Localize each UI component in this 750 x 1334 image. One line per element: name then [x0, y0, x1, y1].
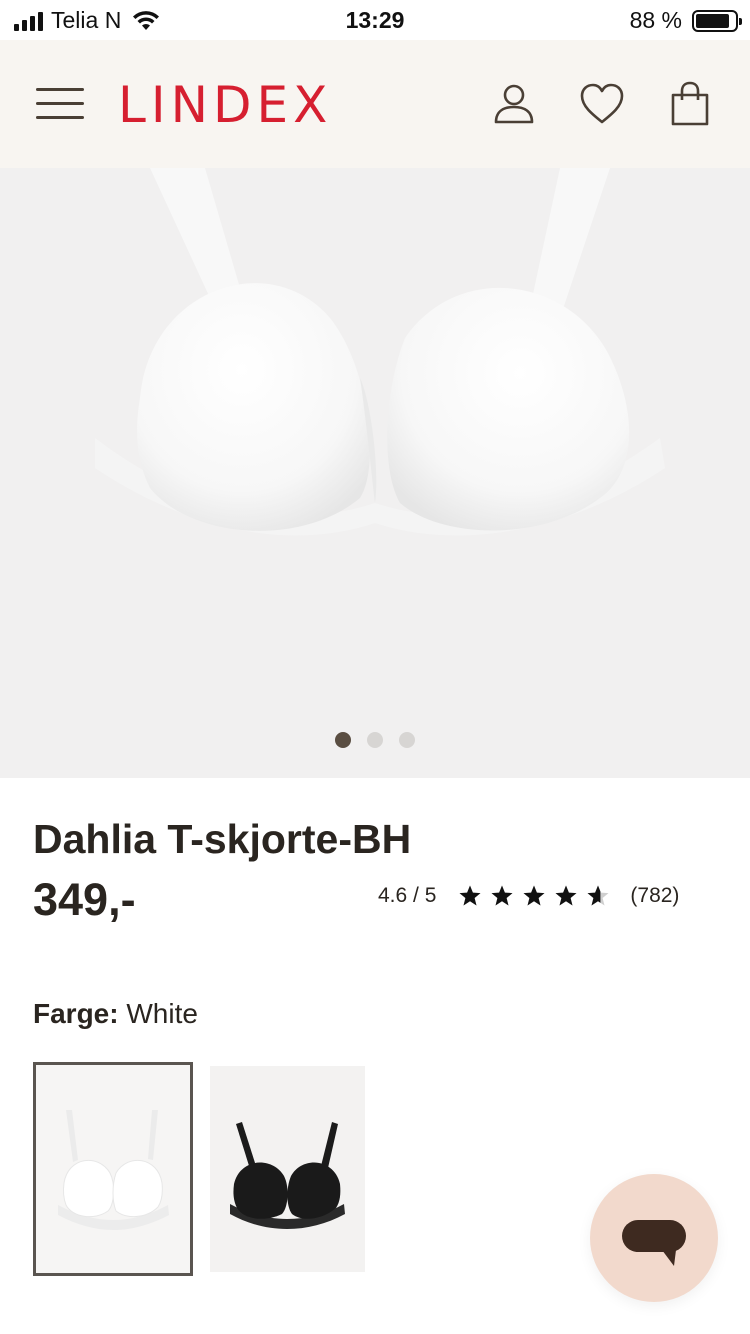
- product-image-gallery[interactable]: [0, 168, 750, 778]
- product-image: [0, 168, 750, 778]
- product-title: Dahlia T-skjorte-BH: [33, 816, 412, 862]
- user-icon[interactable]: [490, 80, 538, 128]
- selected-color: White: [126, 998, 198, 1029]
- star-icon: [555, 885, 577, 906]
- gallery-dot-3[interactable]: [399, 732, 415, 748]
- review-count[interactable]: (782): [630, 884, 679, 908]
- hamburger-icon[interactable]: [36, 86, 84, 122]
- site-header: LINDEX: [0, 40, 750, 168]
- gallery-dot-2[interactable]: [367, 732, 383, 748]
- gallery-dot-1[interactable]: [335, 732, 351, 748]
- status-bar: Telia N 13:29 88 %: [0, 0, 750, 40]
- shopping-bag-icon[interactable]: [666, 80, 714, 128]
- star-icon: [491, 885, 513, 906]
- color-swatch-black[interactable]: [210, 1066, 365, 1272]
- product-rating[interactable]: 4.6 / 5 (782): [378, 884, 679, 908]
- color-swatch-white[interactable]: [33, 1062, 193, 1276]
- chat-button[interactable]: [590, 1174, 718, 1302]
- chat-bubble-icon: [622, 1220, 686, 1266]
- product-price: 349,-: [33, 874, 136, 925]
- color-selector-label: Farge: White: [33, 998, 198, 1030]
- lindex-logo[interactable]: LINDEX: [118, 76, 332, 134]
- star-icon: [459, 885, 481, 906]
- star-icon: [523, 885, 545, 906]
- rating-score: 4.6 / 5: [378, 884, 437, 907]
- gallery-dots: [0, 732, 750, 748]
- status-right: 88 %: [629, 7, 742, 34]
- battery-level: [696, 13, 730, 28]
- star-icon: [587, 885, 609, 906]
- color-label: Farge:: [33, 998, 119, 1029]
- battery-icon: [692, 9, 742, 32]
- black-bra-thumbnail: [210, 1066, 365, 1272]
- battery-percent: 88 %: [629, 7, 682, 33]
- white-bra-thumbnail: [36, 1065, 190, 1273]
- heart-icon[interactable]: [578, 80, 626, 128]
- rating-stars: [458, 884, 610, 908]
